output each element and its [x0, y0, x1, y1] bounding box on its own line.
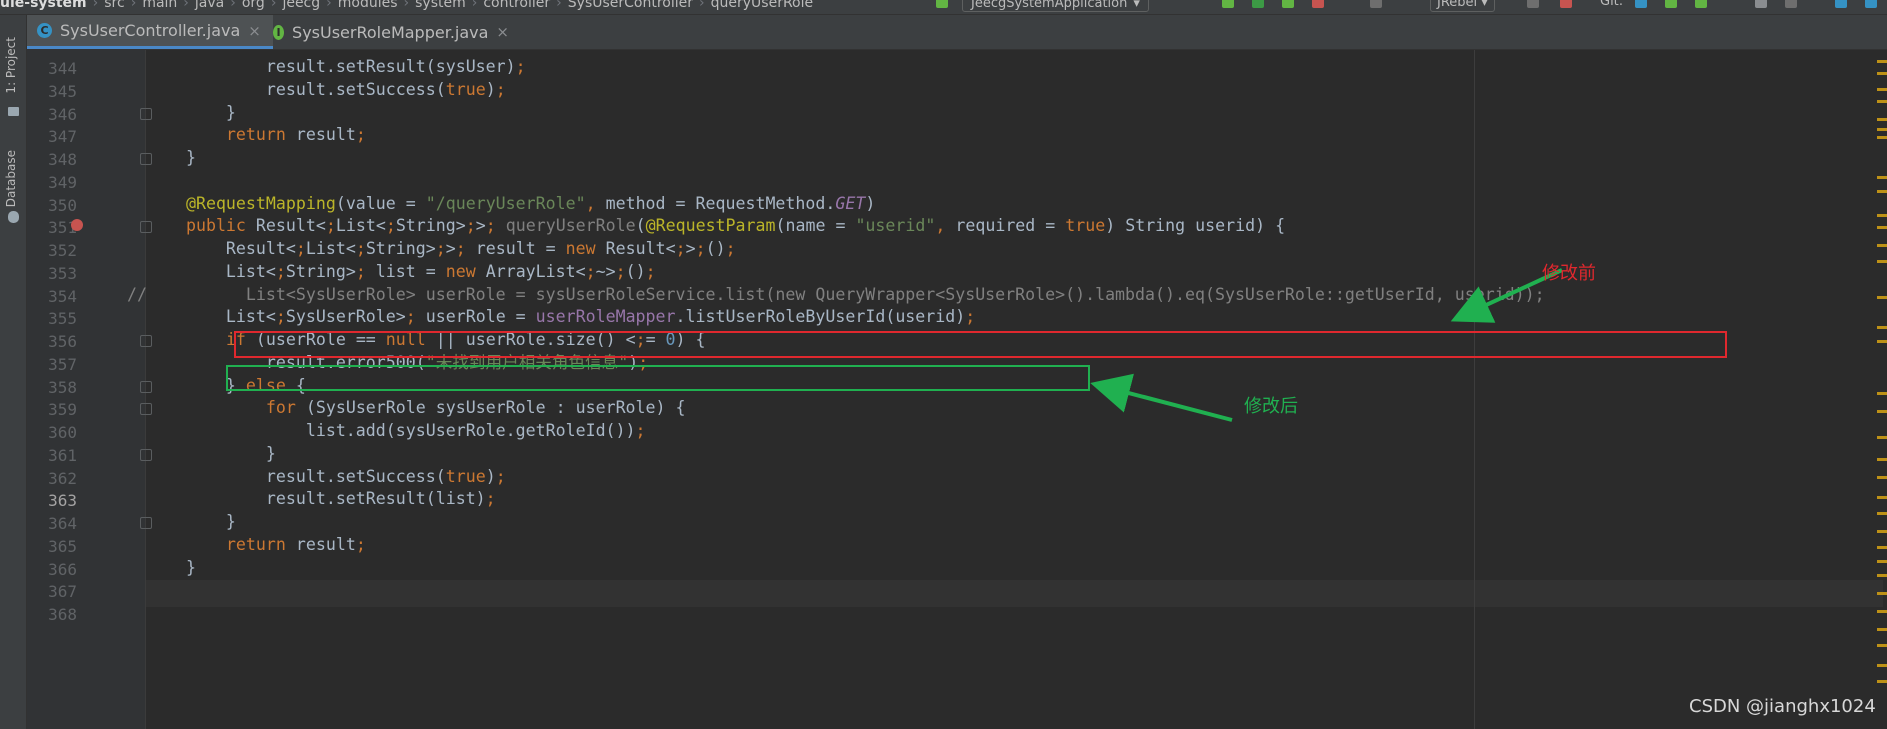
stripe-marker[interactable]	[1877, 118, 1887, 121]
stripe-marker[interactable]	[1877, 128, 1887, 131]
stripe-marker[interactable]	[1877, 560, 1887, 563]
stripe-marker[interactable]	[1877, 458, 1887, 461]
stripe-marker[interactable]	[1877, 226, 1887, 229]
stripe-marker[interactable]	[1877, 512, 1887, 515]
stripe-marker[interactable]	[1877, 326, 1887, 329]
stripe-marker[interactable]	[1877, 628, 1887, 631]
stripe-marker[interactable]	[1877, 88, 1887, 91]
annotation-arrows	[1090, 268, 1563, 422]
stripe-marker[interactable]	[1877, 546, 1887, 549]
before-label: 修改前	[1542, 263, 1596, 284]
stripe-marker[interactable]	[1877, 610, 1887, 613]
line-comment-marker: //	[127, 284, 147, 304]
stripe-marker[interactable]	[1877, 60, 1887, 63]
stripe-marker[interactable]	[1877, 176, 1887, 179]
stripe-marker[interactable]	[1877, 644, 1887, 647]
stripe-marker[interactable]	[1877, 476, 1887, 479]
stripe-marker[interactable]	[1877, 680, 1887, 683]
stripe-marker[interactable]	[1877, 340, 1887, 343]
stripe-marker[interactable]	[1877, 72, 1887, 75]
stripe-marker[interactable]	[1877, 190, 1887, 193]
stripe-marker[interactable]	[1877, 296, 1887, 299]
stripe-marker[interactable]	[1877, 436, 1887, 439]
stripe-marker[interactable]	[1877, 100, 1887, 103]
stripe-marker[interactable]	[1877, 664, 1887, 667]
stripe-marker[interactable]	[1877, 592, 1887, 595]
stripe-marker[interactable]	[1877, 496, 1887, 499]
stripe-marker[interactable]	[1877, 244, 1887, 247]
after-label: 修改后	[1244, 396, 1298, 417]
stripe-marker[interactable]	[1877, 392, 1887, 395]
stripe-marker[interactable]	[1877, 214, 1887, 217]
stripe-marker[interactable]	[1877, 260, 1887, 263]
stripe-marker[interactable]	[1877, 530, 1887, 533]
watermark: CSDN @jianghx1024	[1689, 696, 1876, 717]
after-arrow	[1090, 373, 1233, 422]
stripe-marker[interactable]	[1877, 410, 1887, 413]
stripe-marker[interactable]	[1877, 574, 1887, 577]
stripe-marker[interactable]	[1877, 136, 1887, 139]
